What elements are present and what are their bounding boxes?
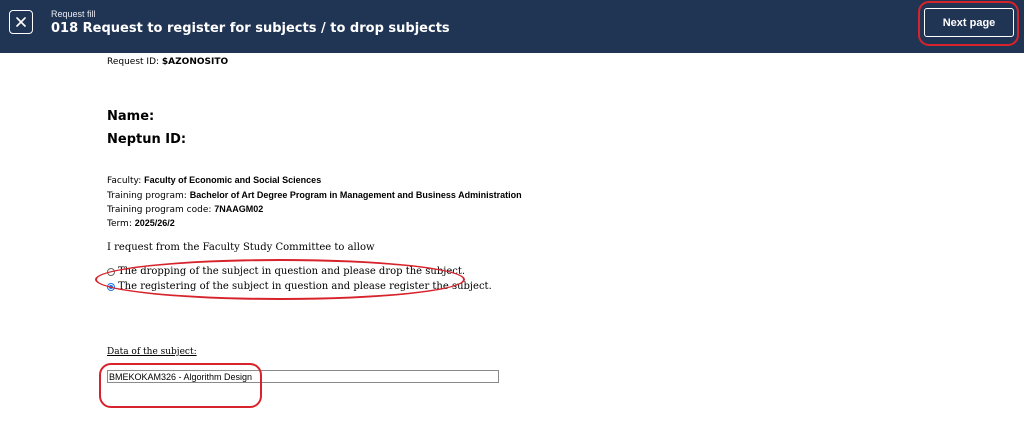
training-program-label: Training program: — [107, 191, 187, 201]
term-line: Term: 2025/26/2 — [107, 218, 175, 230]
page-title: 018 Request to register for subjects / t… — [51, 21, 450, 36]
annotation-circle-options — [95, 259, 465, 300]
training-program-code-line: Training program code: 7NAAGM02 — [107, 204, 263, 216]
header-subtitle: Request fill — [51, 9, 96, 19]
close-icon — [16, 17, 26, 27]
request-id-label: Request ID: — [107, 57, 160, 67]
training-program-value: Bachelor of Art Degree Program in Manage… — [189, 190, 522, 200]
close-button[interactable] — [9, 10, 33, 34]
subject-section-label: Data of the subject: — [107, 347, 197, 357]
faculty-value: Faculty of Economic and Social Sciences — [144, 175, 322, 185]
request-id-value: $AZONOSITO — [161, 57, 229, 67]
neptun-id-label: Neptun ID: — [107, 132, 187, 147]
faculty-label: Faculty: — [107, 176, 142, 186]
annotation-circle-next — [918, 1, 1019, 46]
training-program-code-value: 7NAAGM02 — [214, 204, 264, 214]
request-statement: I request from the Faculty Study Committ… — [107, 242, 375, 253]
training-program-code-label: Training program code: — [107, 205, 212, 215]
top-bar: Request fill 018 Request to register for… — [0, 0, 1024, 53]
faculty-line: Faculty: Faculty of Economic and Social … — [107, 175, 321, 187]
name-label: Name: — [107, 109, 155, 124]
request-id-line: Request ID: $AZONOSITO — [107, 57, 228, 68]
training-program-line: Training program: Bachelor of Art Degree… — [107, 190, 522, 202]
annotation-circle-subject — [99, 363, 262, 408]
term-value: 2025/26/2 — [134, 218, 175, 228]
term-label: Term: — [107, 219, 132, 229]
